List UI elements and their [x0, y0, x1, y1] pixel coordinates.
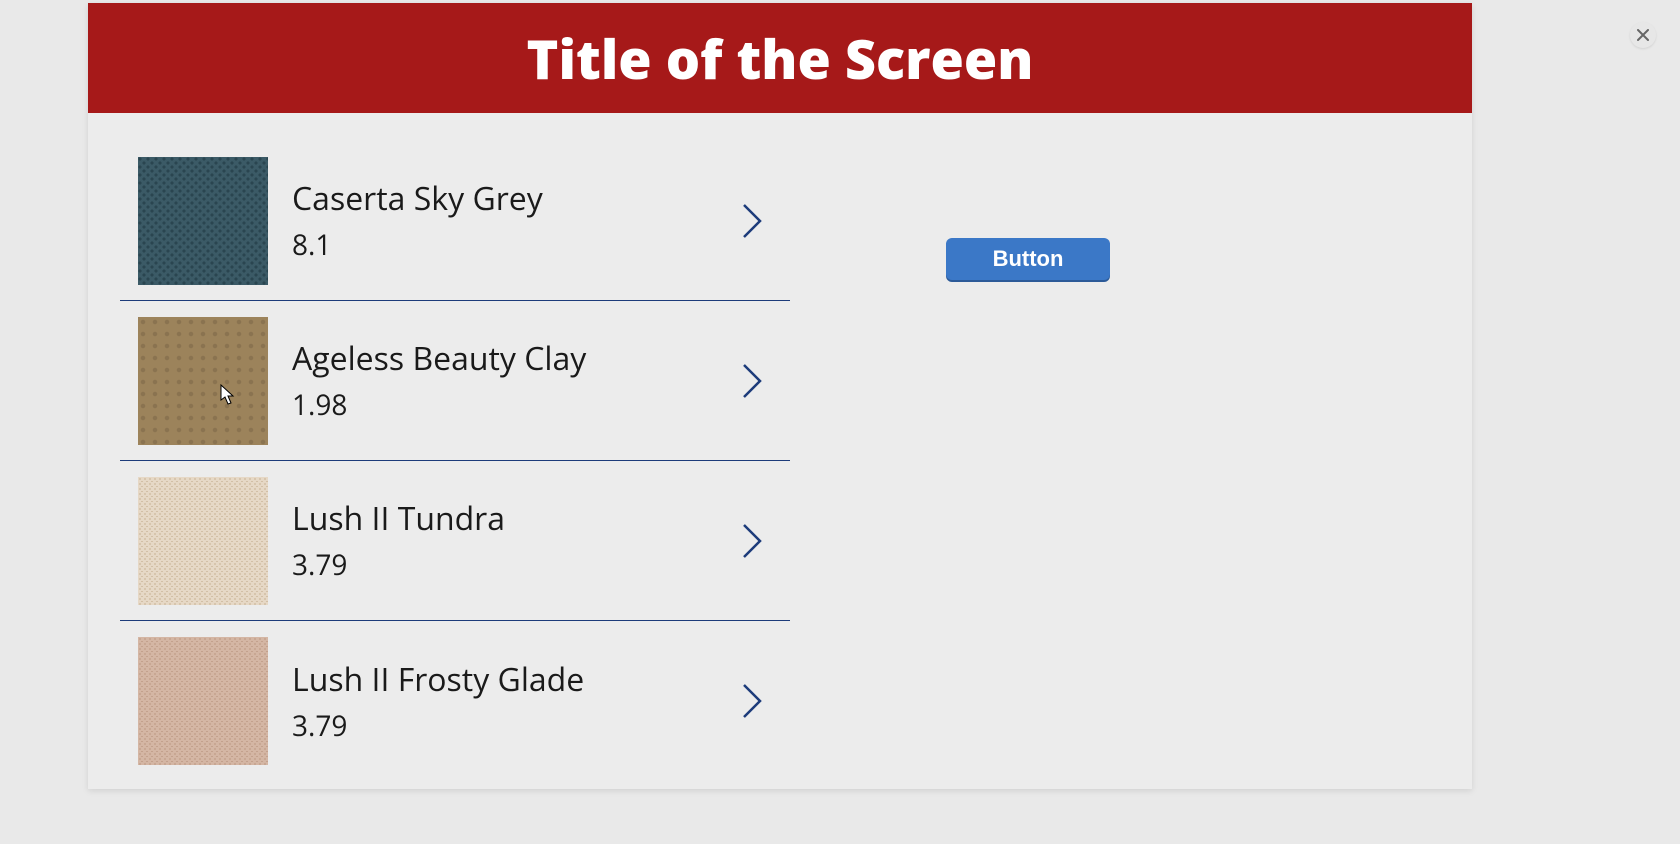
modal-body: Caserta Sky Grey 8.1 Ageless Beauty Clay… [88, 113, 1472, 789]
modal-window: Title of the Screen Caserta Sky Grey 8.1… [88, 3, 1472, 789]
list-item[interactable]: Lush II Tundra 3.79 [120, 461, 790, 621]
chevron-right-icon [740, 201, 764, 241]
product-swatch [138, 157, 268, 285]
product-swatch [138, 317, 268, 445]
close-button[interactable] [1630, 22, 1656, 48]
chevron-right-icon [740, 681, 764, 721]
modal-header: Title of the Screen [88, 3, 1472, 113]
chevron-right-icon [740, 521, 764, 561]
item-value: 8.1 [292, 226, 740, 264]
item-title: Lush II Tundra [292, 497, 740, 540]
detail-pane: Button [790, 113, 1472, 789]
page-title: Title of the Screen [527, 21, 1034, 95]
chevron-right-icon [740, 361, 764, 401]
item-title: Lush II Frosty Glade [292, 658, 740, 701]
close-icon [1637, 29, 1649, 41]
item-text: Lush II Tundra 3.79 [292, 497, 740, 584]
item-title: Ageless Beauty Clay [292, 337, 740, 380]
list-item[interactable]: Lush II Frosty Glade 3.79 [120, 621, 790, 781]
item-text: Ageless Beauty Clay 1.98 [292, 337, 740, 424]
item-text: Lush II Frosty Glade 3.79 [292, 658, 740, 745]
item-title: Caserta Sky Grey [292, 177, 740, 220]
product-list[interactable]: Caserta Sky Grey 8.1 Ageless Beauty Clay… [120, 113, 790, 789]
list-item[interactable]: Caserta Sky Grey 8.1 [120, 141, 790, 301]
item-value: 3.79 [292, 546, 740, 584]
item-value: 1.98 [292, 386, 740, 424]
item-value: 3.79 [292, 707, 740, 745]
item-text: Caserta Sky Grey 8.1 [292, 177, 740, 264]
product-swatch [138, 477, 268, 605]
product-swatch [138, 637, 268, 765]
action-button[interactable]: Button [946, 238, 1110, 280]
list-item[interactable]: Ageless Beauty Clay 1.98 [120, 301, 790, 461]
